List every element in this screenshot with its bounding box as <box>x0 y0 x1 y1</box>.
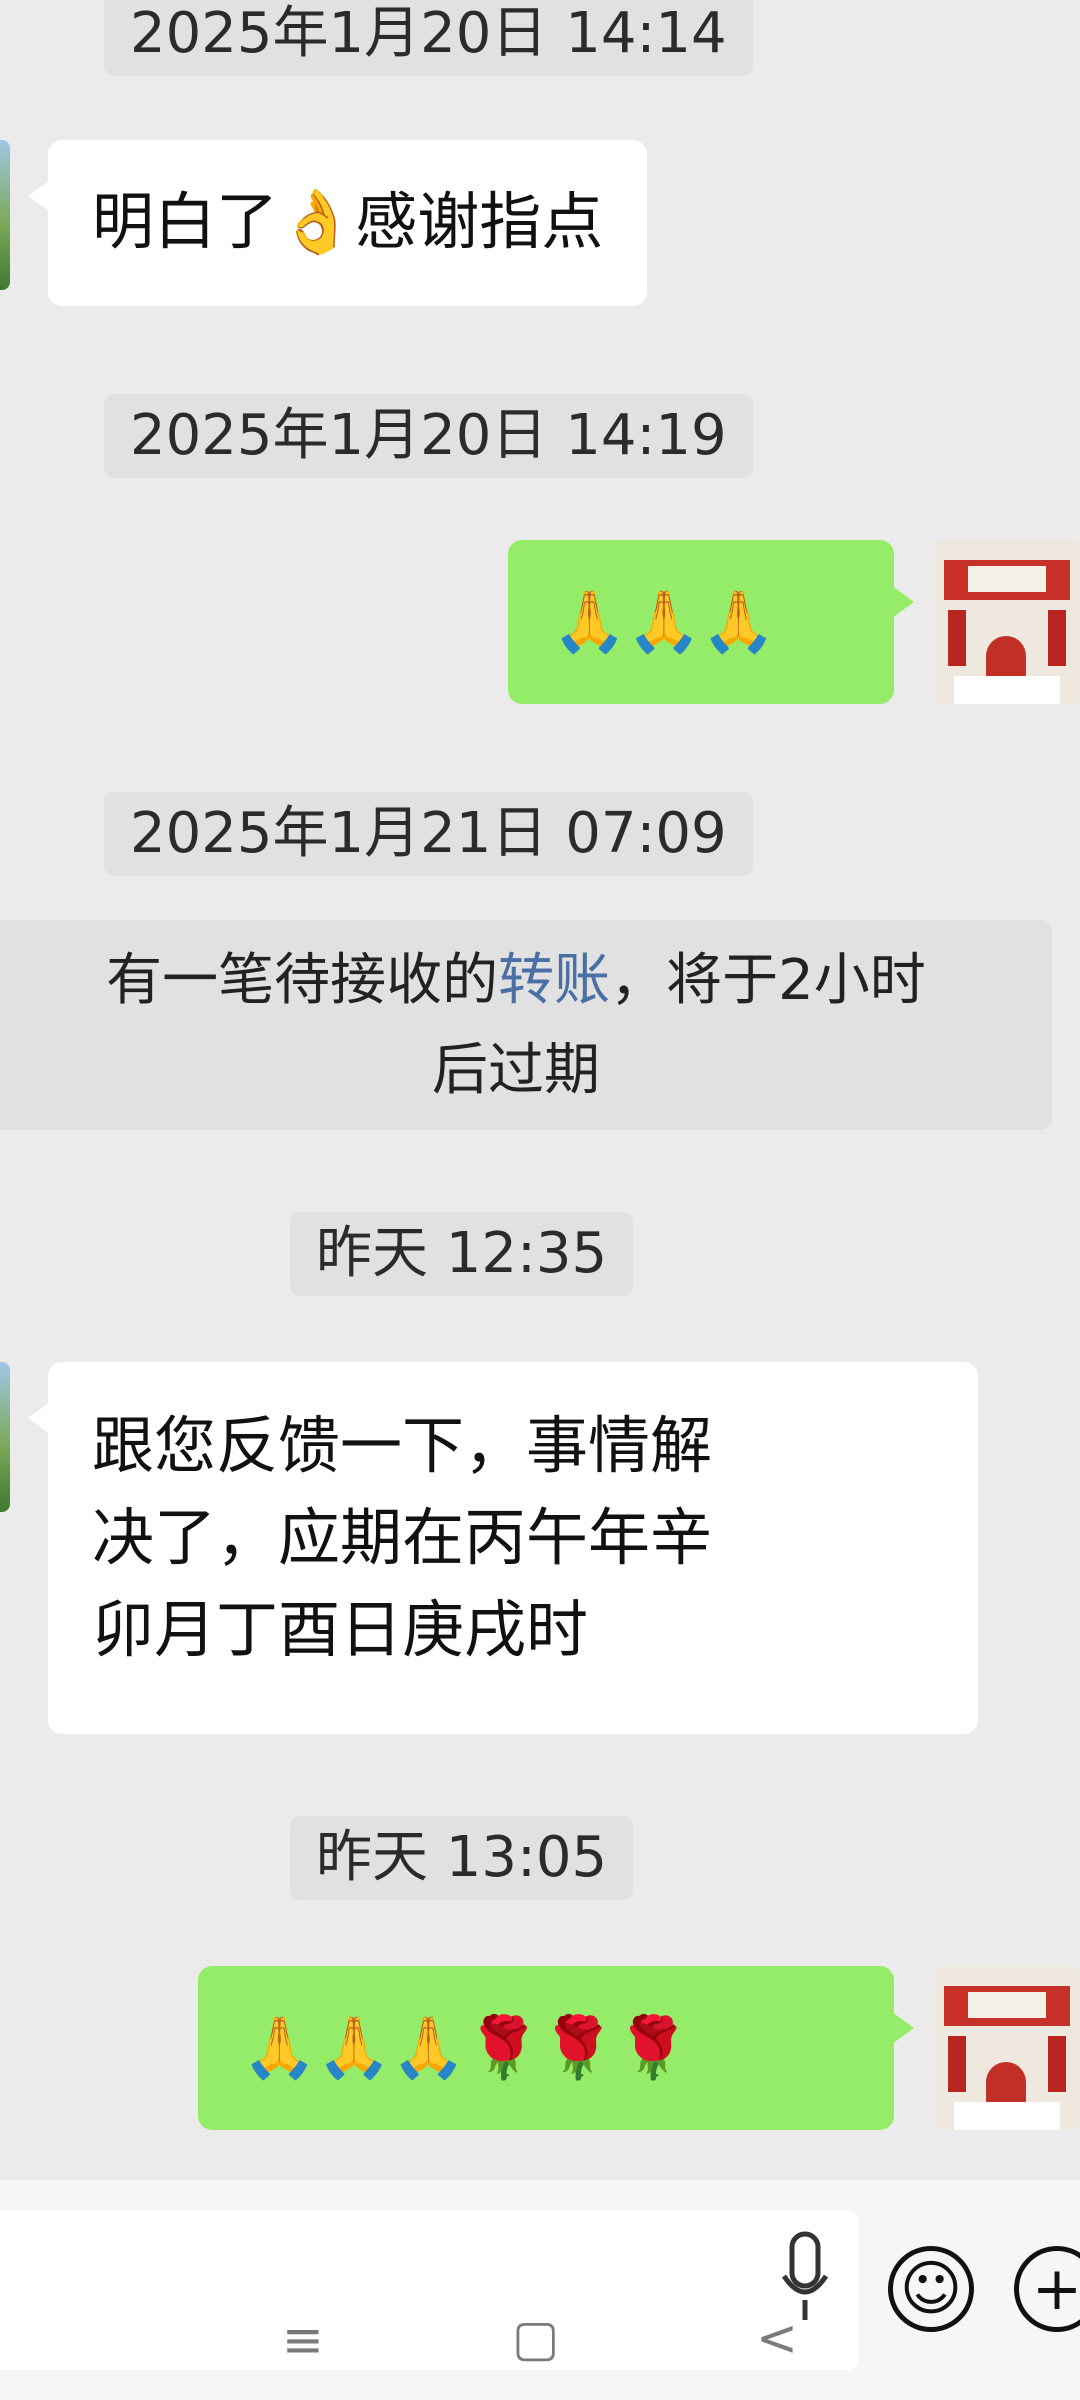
message-text: 明白了👌感谢指点 <box>92 185 604 258</box>
timestamp: 昨天 12:35 <box>290 1212 634 1296</box>
contact-avatar[interactable] <box>0 140 10 290</box>
message-line: 决了，应期在丙午年辛 <box>92 1501 713 1574</box>
chat-area[interactable]: 2025年1月20日 14:14 明白了👌感谢指点 2025年1月20日 14:… <box>0 0 1080 2180</box>
outgoing-message[interactable]: 🙏🙏🙏 <box>508 540 914 704</box>
transfer-notice: 有一笔待接收的转账，将于2小时 后过期 <box>0 920 1052 1130</box>
message-line: 跟您反馈一下，事情解 <box>92 1409 713 1482</box>
transfer-notice-line2: 后过期 <box>432 1038 600 1103</box>
timestamp: 2025年1月20日 14:19 <box>104 394 753 478</box>
my-avatar[interactable] <box>934 1966 1080 2130</box>
home-icon[interactable]: ▢ <box>512 2308 559 2368</box>
timestamp: 2025年1月20日 14:14 <box>104 0 753 76</box>
transfer-link[interactable]: 转账 <box>498 948 610 1013</box>
message-line: 卯月丁酉日庚戌时 <box>92 1593 589 1666</box>
timestamp: 昨天 13:05 <box>290 1816 634 1900</box>
contact-avatar[interactable] <box>0 1362 10 1512</box>
my-avatar[interactable] <box>934 540 1080 704</box>
timestamp: 2025年1月21日 07:09 <box>104 792 753 876</box>
menu-icon[interactable]: ≡ <box>282 2310 324 2370</box>
smiley-icon[interactable]: ☺ <box>888 2246 974 2332</box>
message-input[interactable] <box>0 2210 858 2370</box>
outgoing-message[interactable]: 🙏🙏🙏🌹🌹🌹 <box>198 1966 914 2130</box>
message-text: 🙏🙏🙏 <box>552 587 777 657</box>
transfer-notice-line1: 有一笔待接收的转账，将于2小时 <box>106 948 926 1013</box>
message-text: 🙏🙏🙏🌹🌹🌹 <box>242 2013 691 2083</box>
incoming-message[interactable]: 明白了👌感谢指点 <box>27 140 648 306</box>
microphone-icon[interactable] <box>780 2228 830 2338</box>
incoming-message[interactable]: 跟您反馈一下，事情解 决了，应期在丙午年辛 卯月丁酉日庚戌时 <box>28 1362 978 1734</box>
